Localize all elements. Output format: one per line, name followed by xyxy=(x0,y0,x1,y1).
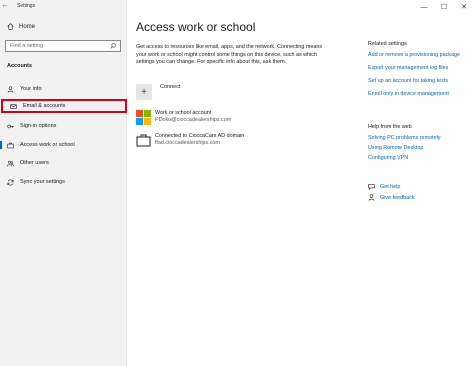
give-feedback-label: Give feedback xyxy=(380,194,415,201)
chat-help-icon xyxy=(368,184,375,190)
close-button[interactable]: ✕ xyxy=(454,0,474,14)
work-account-item[interactable]: Work or school account PDoku@cioccadeale… xyxy=(136,110,231,125)
page-title: Access work or school xyxy=(136,20,256,34)
home-link[interactable]: Home xyxy=(7,23,35,30)
related-settings-heading: Related settings xyxy=(368,41,407,47)
envelope-icon xyxy=(10,103,17,109)
title-bar: ← Settings xyxy=(0,0,127,11)
connect-label: Connect xyxy=(160,84,181,90)
sidebar-item-label: Sync your settings xyxy=(20,179,65,185)
plus-icon: + xyxy=(136,84,152,100)
link-configuring-vpn[interactable]: Configuring VPN xyxy=(368,155,473,162)
link-solving-pc-problems[interactable]: Solving PC problems remotely xyxy=(368,135,473,142)
related-settings: Related settings Add or remove a provisi… xyxy=(368,41,473,104)
home-label: Home xyxy=(19,23,36,30)
sidebar: ← Settings Home Find a setting Accounts … xyxy=(0,0,127,366)
sidebar-item-email-accounts[interactable]: Email & accounts xyxy=(1,99,127,113)
search-input[interactable]: Find a setting xyxy=(5,40,121,52)
sidebar-item-access-work-school[interactable]: Access work or school xyxy=(0,138,127,152)
people-icon xyxy=(7,160,14,166)
sidebar-item-label: Sign-in options xyxy=(20,123,57,129)
briefcase-icon xyxy=(7,142,14,148)
section-accounts: Accounts xyxy=(7,63,33,69)
give-feedback-link[interactable]: Give feedback xyxy=(368,194,414,201)
account-subtitle: ffad.cioccadealerships.com xyxy=(155,140,220,146)
sync-icon xyxy=(7,179,14,185)
sidebar-item-label: Your info xyxy=(20,86,42,92)
account-title: Connected to CioccaCars AD domain xyxy=(155,133,245,139)
search-placeholder: Find a setting xyxy=(10,43,44,49)
account-title: Work or school account xyxy=(155,110,212,116)
briefcase-icon xyxy=(136,134,151,147)
help-from-web: Help from the web Solving PC problems re… xyxy=(368,124,473,165)
maximize-button[interactable]: ☐ xyxy=(434,0,454,14)
sidebar-item-label: Email & accounts xyxy=(23,103,66,109)
get-help-label: Get help xyxy=(380,183,401,190)
link-provisioning-package[interactable]: Add or remove a provisioning package xyxy=(368,52,473,59)
key-icon xyxy=(7,124,14,128)
window-title: Settings xyxy=(17,2,36,9)
main-content: — ☐ ✕ Access work or school Get access t… xyxy=(127,0,474,366)
account-subtitle: PDoku@cioccadealerships.com xyxy=(155,117,232,123)
sidebar-item-your-info[interactable]: Your info xyxy=(0,82,127,96)
minimize-button[interactable]: — xyxy=(414,0,434,14)
sidebar-item-sync-settings[interactable]: Sync your settings xyxy=(0,175,127,189)
sidebar-item-label: Access work or school xyxy=(20,142,75,148)
feedback-section: Get help Give feedback xyxy=(368,183,414,205)
link-setup-test-account[interactable]: Set up an account for taking tests xyxy=(368,78,473,85)
window-controls: — ☐ ✕ xyxy=(414,0,474,14)
home-icon xyxy=(7,23,14,30)
page-description: Get access to resources like email, apps… xyxy=(136,44,323,65)
sidebar-item-sign-in-options[interactable]: Sign-in options xyxy=(0,119,127,133)
person-icon xyxy=(7,85,14,93)
connect-button[interactable]: + Connect xyxy=(136,84,181,100)
feedback-icon xyxy=(368,194,375,201)
link-enroll-device-management[interactable]: Enroll only in device management xyxy=(368,91,473,98)
link-remote-desktop[interactable]: Using Remote Desktop xyxy=(368,145,473,152)
microsoft-logo-icon xyxy=(136,110,151,125)
domain-account-item[interactable]: Connected to CioccaCars AD domain ffad.c… xyxy=(136,133,244,148)
get-help-link[interactable]: Get help xyxy=(368,183,414,190)
back-button[interactable]: ← xyxy=(0,0,10,11)
help-heading: Help from the web xyxy=(368,124,412,130)
sidebar-item-other-users[interactable]: Other users xyxy=(0,156,127,170)
sidebar-item-label: Other users xyxy=(20,160,49,166)
link-export-logs[interactable]: Export your management log files xyxy=(368,65,473,72)
search-icon xyxy=(110,43,116,49)
